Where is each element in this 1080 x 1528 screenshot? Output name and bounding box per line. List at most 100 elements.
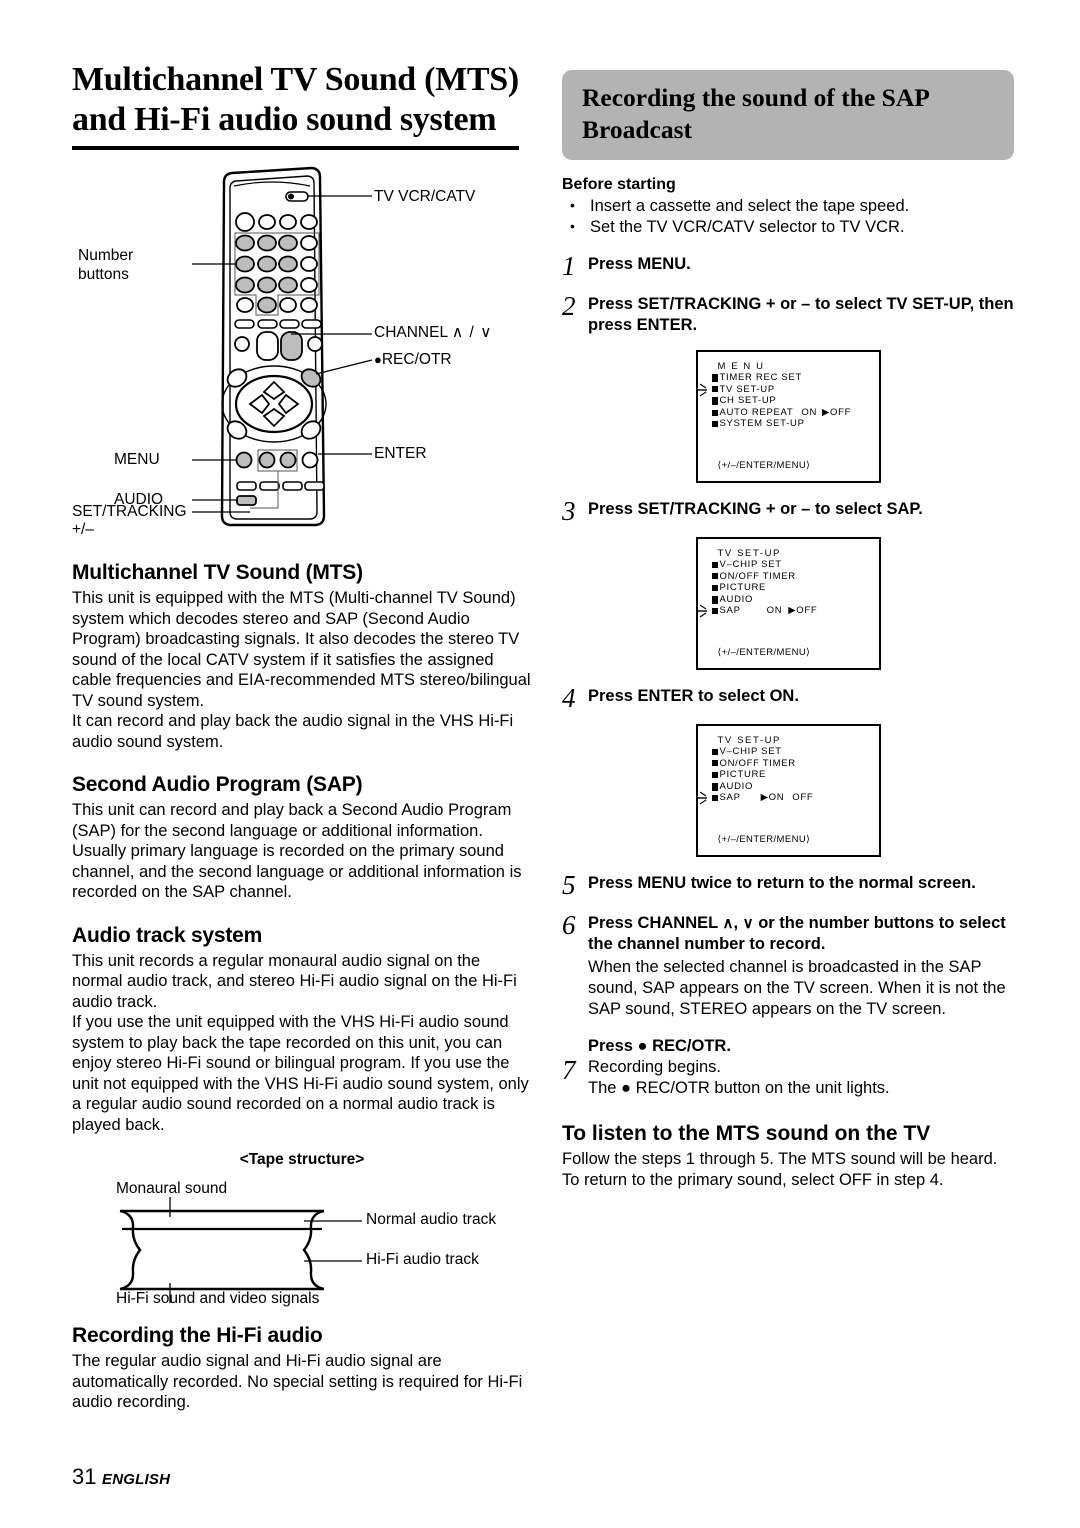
- tv-setup-row: AUDIO: [711, 593, 873, 606]
- right-column: Recording the sound of the SAP Broadcast…: [562, 70, 1014, 1190]
- bullet-square-icon: [711, 584, 718, 591]
- label-monaural-sound: Monaural sound: [116, 1180, 228, 1197]
- step-4: 4 Press ENTER to select ON.: [562, 683, 1014, 713]
- step-7-bold: Press ● REC/OTR.: [588, 1037, 731, 1055]
- remote-control-diagram: TV VCR/CATV Number buttons CHANNEL ∧ / ∨…: [72, 164, 532, 538]
- tv-menu-row-label: AUTO REPEAT: [719, 406, 794, 418]
- step-5: 5 Press MENU twice to return to the norm…: [562, 870, 1014, 900]
- tv-menu-option-on: ON: [801, 406, 818, 418]
- step-1-text: Press MENU.: [588, 255, 691, 273]
- tape-structure-title: <Tape structure>: [239, 1151, 365, 1168]
- tv-setup-row-label: AUDIO: [719, 593, 754, 605]
- tv-setup-option-off: OFF: [792, 792, 814, 804]
- tv-menu-row-label: TV SET-UP: [719, 383, 775, 395]
- tv-menu-header: M E N U: [717, 361, 765, 372]
- selection-arrow-icon: ▶: [760, 792, 769, 804]
- step-5-number: 5: [562, 870, 576, 900]
- tv-setup-row-selected: SAP ON ▶ OFF: [697, 604, 873, 618]
- manual-page: Multichannel TV Sound (MTS) and Hi-Fi au…: [0, 0, 1080, 1528]
- label-set-tracking-plusminus: +/–: [72, 521, 94, 538]
- tv-setup-row: V–CHIP SET: [711, 559, 873, 571]
- tv-screen-setup-on: TV SET-UP V–CHIP SET ON/OFF TIMER PICTUR…: [695, 724, 881, 857]
- tv-setup-row-label: V–CHIP SET: [719, 746, 782, 757]
- step-6: 6 Press CHANNEL ∧, ∨ or the number butto…: [562, 912, 1014, 1020]
- label-channel: CHANNEL ∧ / ∨: [374, 323, 492, 342]
- step-7-line1: Recording begins.: [588, 1058, 721, 1076]
- tv-setup-option-on: ON: [766, 605, 783, 617]
- tv-setup-row-label: AUDIO: [719, 780, 754, 792]
- bullet-square-icon: [711, 760, 718, 767]
- section-audio-track: Audio track system This unit records a r…: [72, 923, 532, 1136]
- step-2-text: Press SET/TRACKING + or – to select TV S…: [588, 295, 1014, 334]
- section-sap: Second Audio Program (SAP) This unit can…: [72, 772, 532, 903]
- label-number-buttons-line1: Number: [78, 247, 134, 264]
- label-menu: MENU: [114, 451, 160, 468]
- heading-before-starting: Before starting: [562, 176, 676, 193]
- paragraph-listen-mts: Follow the steps 1 through 5. The MTS so…: [562, 1150, 998, 1189]
- tv-menu-row-label: SYSTEM SET-UP: [719, 418, 805, 430]
- paragraph-audio-track-1: This unit records a regular monaural aud…: [72, 951, 517, 1011]
- label-rec-otr-text: REC/OTR: [381, 351, 452, 368]
- left-column: Multichannel TV Sound (MTS) and Hi-Fi au…: [72, 60, 532, 1413]
- tv-setup-row: AUDIO: [711, 780, 873, 793]
- record-dot-icon: ●: [374, 352, 382, 367]
- step-1: 1 Press MENU.: [562, 253, 1014, 280]
- footer-language: ENGLISH: [102, 1471, 171, 1488]
- list-item: Set the TV VCR/CATV selector to TV VCR.: [562, 216, 1014, 238]
- tv-setup-row-label: ON/OFF TIMER: [719, 570, 796, 582]
- paragraph-mts-2: It can record and play back the audio si…: [72, 712, 514, 751]
- section-banner: Recording the sound of the SAP Broadcast: [562, 70, 1014, 160]
- bullet-square-icon: [711, 573, 718, 580]
- paragraph-mts-1: This unit is equipped with the MTS (Mult…: [72, 589, 531, 710]
- bullet-square-icon: [711, 595, 718, 604]
- heading-mts: Multichannel TV Sound (MTS): [72, 561, 363, 584]
- step-4-text: Press ENTER to select ON.: [588, 687, 799, 705]
- step-5-text: Press MENU twice to return to the normal…: [588, 874, 976, 892]
- tv-menu-row: AUTO REPEAT ON ▶ OFF: [711, 406, 873, 419]
- list-item: Insert a cassette and select the tape sp…: [562, 195, 1014, 217]
- blink-cursor-icon: [697, 383, 707, 397]
- label-tv-vcr-catv: TV VCR/CATV: [374, 188, 476, 205]
- tv-menu-footer: ⟨+/–/ENTER/MENU⟩: [717, 460, 811, 471]
- tv-setup-off-header: TV SET-UP: [717, 548, 781, 559]
- label-hifi-sound-video-signals: Hi-Fi sound and video signals: [116, 1290, 320, 1307]
- tv-setup-row-selected: SAP ▶ ON OFF: [697, 791, 873, 805]
- tv-menu-option-off: OFF: [830, 406, 852, 418]
- section-listen-mts: To listen to the MTS sound on the TV Fol…: [562, 1121, 1014, 1190]
- step-7-number: 7: [562, 1055, 576, 1085]
- heading-recording-hifi: Recording the Hi-Fi audio: [72, 1324, 323, 1347]
- step-2: 2 Press SET/TRACKING + or – to select TV…: [562, 293, 1014, 336]
- bullet-square-icon: [711, 396, 718, 405]
- heading-audio-track: Audio track system: [72, 923, 263, 947]
- step-6-text: Press CHANNEL ∧, ∨ or the number buttons…: [588, 913, 1014, 955]
- step-3: 3 Press SET/TRACKING + or – to select SA…: [562, 498, 1014, 525]
- before-starting-list: Insert a cassette and select the tape sp…: [562, 195, 1014, 238]
- label-enter: ENTER: [374, 445, 427, 462]
- channel-up-icon: ∧: [722, 915, 734, 932]
- page-title: Multichannel TV Sound (MTS) and Hi-Fi au…: [72, 61, 519, 138]
- tape-structure-diagram: <Tape structure> Monaural sound Normal a…: [72, 1151, 532, 1309]
- section-recording-hifi: Recording the Hi-Fi audio The regular au…: [72, 1323, 532, 1413]
- step-6-text-b: ,: [733, 914, 743, 932]
- selection-arrow-icon: ▶: [788, 605, 797, 617]
- bullet-square-icon: [711, 373, 718, 382]
- heading-sap: Second Audio Program (SAP): [72, 773, 363, 796]
- step-6-note: When the selected channel is broadcasted…: [588, 958, 1006, 1018]
- tv-setup-row-label: SAP: [719, 605, 741, 617]
- bullet-square-icon: [711, 409, 718, 416]
- tv-setup-row: PICTURE: [711, 582, 873, 594]
- label-number-buttons-line2: buttons: [78, 266, 129, 283]
- step-4-number: 4: [562, 683, 576, 713]
- tv-setup-row-label: V–CHIP SET: [719, 559, 782, 570]
- section-mts: Multichannel TV Sound (MTS) This unit is…: [72, 560, 532, 752]
- tv-menu-row-label: CH SET-UP: [719, 395, 777, 407]
- tv-setup-option-off: OFF: [796, 605, 818, 617]
- tv-screen-menu: M E N U TIMER REC SET TV SET-UP CH SET-U…: [695, 350, 881, 483]
- label-channel-text: CHANNEL: [374, 324, 448, 341]
- tv-setup-option-on: ON: [768, 792, 785, 804]
- label-rec-otr: ●REC/OTR: [374, 350, 452, 369]
- heading-listen-mts: To listen to the MTS sound on the TV: [562, 1122, 931, 1145]
- tv-setup-on-header: TV SET-UP: [717, 735, 781, 746]
- step-7: 7 Press ● REC/OTR. Recording begins. The…: [562, 1036, 1014, 1099]
- step-6-text-a: Press CHANNEL: [588, 914, 723, 932]
